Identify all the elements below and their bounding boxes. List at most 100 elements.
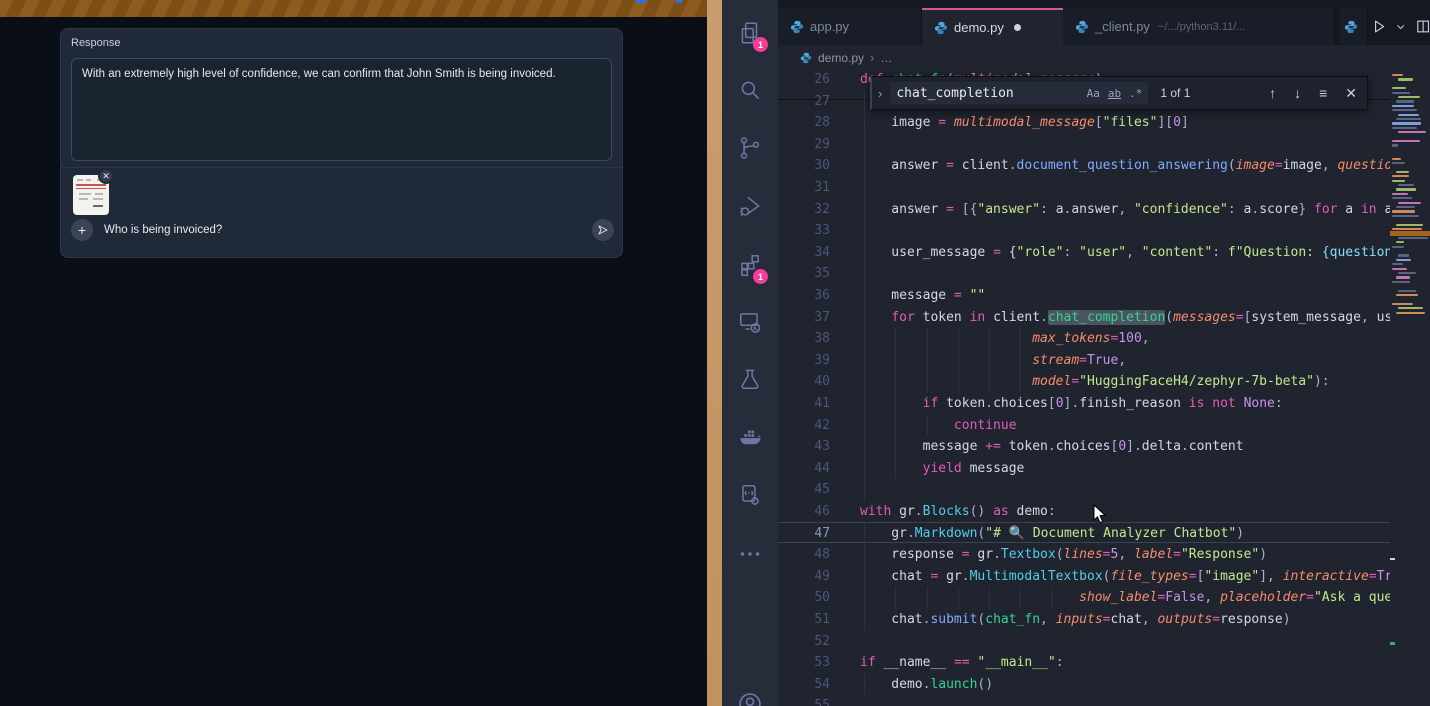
breadcrumb-symbol[interactable]: … bbox=[880, 51, 892, 65]
code-line[interactable]: if token.choices[0].finish_reason is not… bbox=[778, 393, 1390, 415]
indent-guide bbox=[864, 566, 865, 588]
sidebar-item-task-runner[interactable] bbox=[722, 473, 778, 517]
code-line[interactable]: message = "" bbox=[778, 285, 1390, 307]
code-token: delta bbox=[1142, 439, 1181, 454]
code-line[interactable] bbox=[778, 263, 1390, 285]
code-line[interactable] bbox=[778, 479, 1390, 501]
sidebar-item-search[interactable] bbox=[722, 68, 778, 112]
split-editor-button[interactable] bbox=[1416, 19, 1430, 34]
account-button[interactable] bbox=[722, 682, 778, 706]
code-token: . bbox=[1040, 310, 1048, 325]
code-line[interactable]: for token in client.chat_completion(mess… bbox=[778, 307, 1390, 329]
code-line[interactable]: with gr.Blocks() as demo: bbox=[778, 501, 1390, 523]
indent-guide bbox=[864, 587, 865, 609]
code-token: = bbox=[1275, 158, 1283, 173]
find-in-selection-button[interactable]: ≡ bbox=[1319, 85, 1327, 101]
code-token: = bbox=[946, 202, 954, 217]
run-file-button[interactable] bbox=[1372, 19, 1386, 34]
code-token: ): bbox=[1314, 374, 1330, 389]
add-attachment-button[interactable]: + bbox=[71, 219, 93, 241]
find-input[interactable]: chat_completion Aa ab .* bbox=[890, 82, 1148, 104]
remove-attachment-button[interactable]: ✕ bbox=[98, 168, 114, 184]
match-case-toggle[interactable]: Aa bbox=[1087, 87, 1100, 100]
tab-partial[interactable] bbox=[1340, 8, 1368, 45]
code-line[interactable] bbox=[778, 220, 1390, 242]
sidebar-item-extensions[interactable]: 1 bbox=[722, 243, 778, 287]
code-token: chat_completion bbox=[1048, 310, 1165, 325]
code-line[interactable] bbox=[778, 177, 1390, 199]
response-textarea[interactable]: With an extremely high level of confiden… bbox=[71, 58, 612, 161]
code-line[interactable]: demo.launch() bbox=[778, 674, 1390, 696]
indent-guide bbox=[958, 587, 959, 609]
run-options-chevron-icon[interactable] bbox=[1396, 22, 1406, 32]
code-token: MultimodalTextbox bbox=[970, 569, 1103, 584]
code-line[interactable]: yield message bbox=[778, 458, 1390, 480]
sidebar-item-remote-explorer[interactable] bbox=[722, 300, 778, 344]
sidebar-item-explorer[interactable]: 1 bbox=[722, 11, 778, 55]
titlebar-fragment bbox=[676, 0, 682, 3]
code-token: multimodal_message bbox=[954, 115, 1095, 130]
whole-word-toggle[interactable]: ab bbox=[1108, 87, 1121, 100]
sidebar-item-source-control[interactable] bbox=[722, 126, 778, 170]
tab-demo-py[interactable]: demo.py bbox=[922, 8, 1063, 45]
find-previous-button[interactable]: ↑ bbox=[1269, 85, 1276, 101]
code-token: : bbox=[1228, 202, 1244, 217]
minimap-line bbox=[1392, 303, 1413, 305]
code-line[interactable]: answer = [{"answer": a.answer, "confiden… bbox=[778, 199, 1390, 221]
code-token: finish_reason bbox=[1079, 396, 1189, 411]
code-line[interactable]: chat.submit(chat_fn, inputs=chat, output… bbox=[778, 609, 1390, 631]
code-line[interactable]: chat = gr.MultimodalTextbox(file_types=[… bbox=[778, 566, 1390, 588]
indent-guide bbox=[1020, 350, 1021, 372]
code-token: : bbox=[1040, 202, 1056, 217]
code-token: Blocks bbox=[923, 504, 970, 519]
code-line[interactable] bbox=[778, 631, 1390, 653]
code-line[interactable]: user_message = {"role": "user", "content… bbox=[778, 242, 1390, 264]
code-line[interactable]: response = gr.Textbox(lines=5, label="Re… bbox=[778, 544, 1390, 566]
code-line[interactable]: answer = client.document_question_answer… bbox=[778, 155, 1390, 177]
minimap-line bbox=[1396, 206, 1415, 208]
file-gear-icon bbox=[737, 482, 763, 508]
code-line[interactable] bbox=[778, 134, 1390, 156]
tab-client-py[interactable]: _client.py ~/.../python3.11/... bbox=[1063, 8, 1335, 45]
code-token: system_message bbox=[1251, 310, 1361, 325]
code-line[interactable]: max_tokens=100, bbox=[778, 328, 1390, 350]
code-token: : bbox=[1212, 245, 1228, 260]
code-token: model bbox=[1032, 374, 1071, 389]
modified-indicator-dot[interactable] bbox=[1014, 24, 1021, 31]
sidebar-item-more[interactable] bbox=[722, 532, 778, 576]
code-line[interactable]: message += token.choices[0].delta.conten… bbox=[778, 436, 1390, 458]
code-line[interactable]: continue bbox=[778, 415, 1390, 437]
breadcrumb-separator: › bbox=[870, 50, 874, 65]
indent-guide bbox=[864, 199, 865, 221]
find-expand-chevron[interactable]: › bbox=[872, 86, 890, 101]
code-line[interactable]: stream=True, bbox=[778, 350, 1390, 372]
minimap-line bbox=[1398, 114, 1419, 116]
code-editor[interactable]: 26def chat_fn(multimodal_message):27 que… bbox=[778, 70, 1430, 706]
find-query[interactable]: chat_completion bbox=[896, 86, 1078, 101]
code-line[interactable]: image = multimodal_message["files"][0] bbox=[778, 112, 1390, 134]
sidebar-item-run-debug[interactable] bbox=[722, 184, 778, 228]
code-token: f"Question: bbox=[1228, 245, 1322, 260]
code-token: = bbox=[954, 288, 962, 303]
minimap[interactable] bbox=[1390, 70, 1430, 706]
regex-toggle[interactable]: .* bbox=[1129, 87, 1142, 100]
find-close-button[interactable]: ✕ bbox=[1345, 85, 1357, 102]
code-line[interactable]: model="HuggingFaceH4/zephyr-7b-beta"): bbox=[778, 371, 1390, 393]
send-button[interactable] bbox=[592, 219, 614, 241]
code-line[interactable]: if __name__ == "__main__": bbox=[778, 652, 1390, 674]
minimap-line bbox=[1392, 92, 1410, 94]
code-token: , bbox=[1126, 245, 1142, 260]
code-line[interactable]: gr.Markdown("# 🔍 Document Analyzer Chatb… bbox=[778, 522, 1390, 544]
breadcrumb-file[interactable]: demo.py bbox=[818, 51, 864, 65]
tab-app-py[interactable]: app.py bbox=[778, 8, 922, 45]
find-next-button[interactable]: ↓ bbox=[1294, 85, 1301, 101]
code-token: = bbox=[1189, 569, 1197, 584]
sidebar-item-testing[interactable] bbox=[722, 357, 778, 401]
indent-guide bbox=[864, 609, 865, 631]
sidebar-item-docker[interactable] bbox=[722, 415, 778, 459]
code-token: answer bbox=[860, 158, 946, 173]
chat-input[interactable]: Who is being invoiced? bbox=[104, 224, 222, 236]
code-line[interactable]: show_label=False, placeholder="Ask a que… bbox=[778, 587, 1390, 609]
code-line[interactable] bbox=[778, 695, 1390, 706]
indent-guide bbox=[958, 350, 959, 372]
